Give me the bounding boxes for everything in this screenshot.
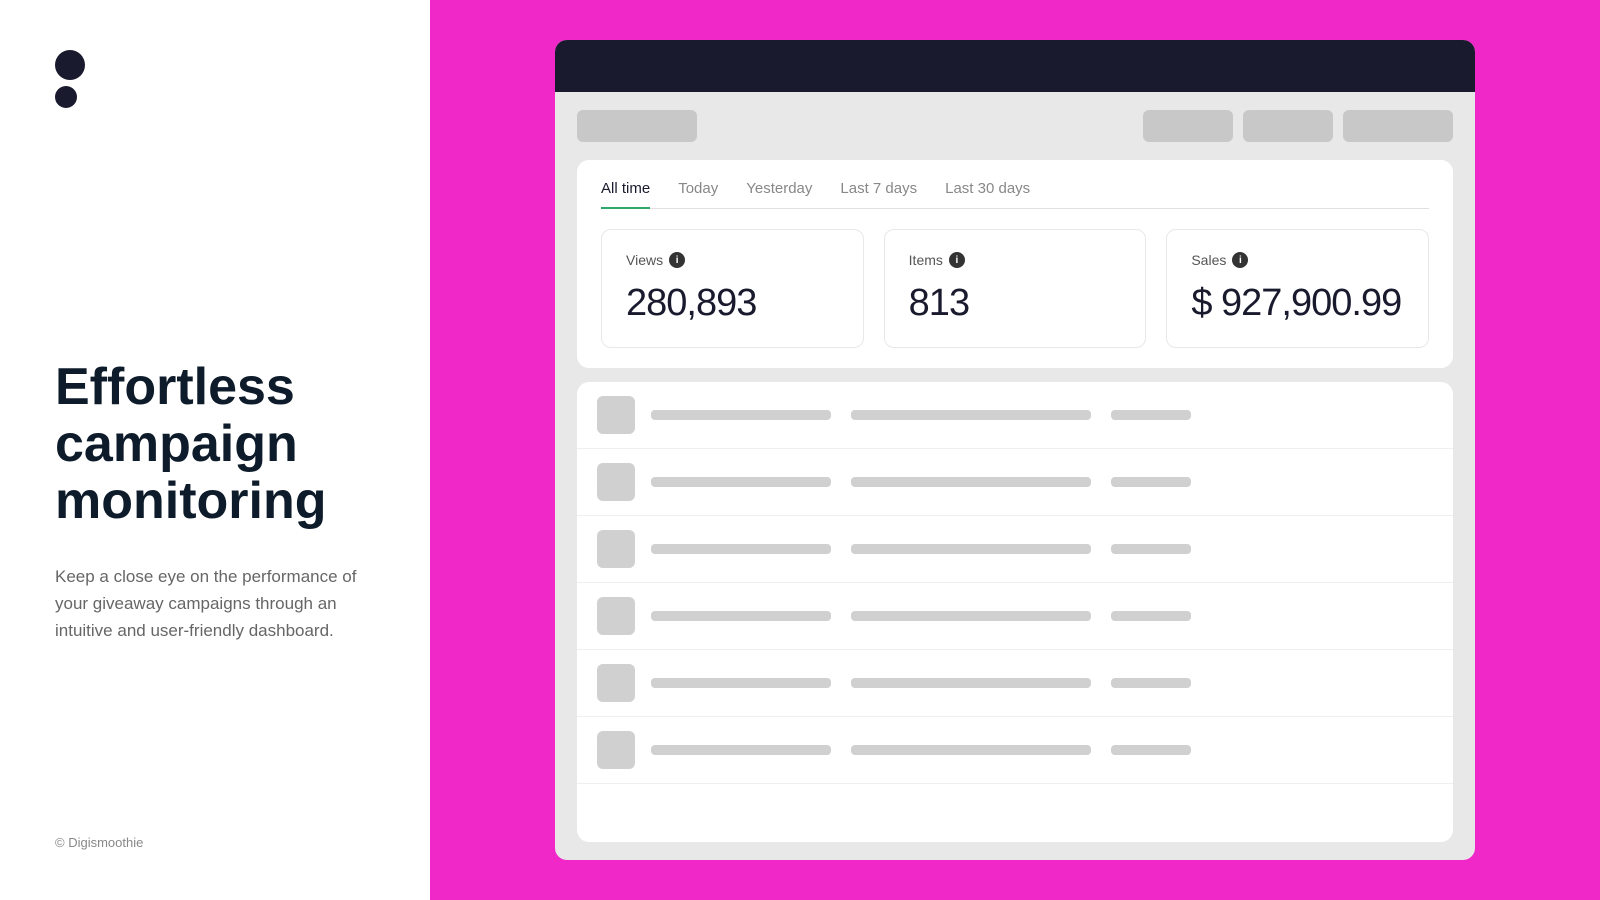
metric-label-views: Views i bbox=[626, 252, 839, 268]
logo bbox=[55, 50, 375, 108]
bar-2 bbox=[851, 477, 1091, 487]
main-heading: Effortless campaign monitoring bbox=[55, 359, 375, 531]
table-row[interactable] bbox=[577, 516, 1453, 583]
table-row[interactable] bbox=[577, 717, 1453, 784]
bar-1 bbox=[651, 477, 831, 487]
tab-all-time[interactable]: All time bbox=[601, 180, 650, 209]
metric-value-sales: $ 927,900.99 bbox=[1191, 282, 1404, 325]
table-row[interactable] bbox=[577, 449, 1453, 516]
metric-card-sales: Sales i $ 927,900.99 bbox=[1166, 229, 1429, 348]
bar-3 bbox=[1111, 611, 1191, 621]
row-thumbnail bbox=[597, 396, 635, 434]
bar-2 bbox=[851, 410, 1091, 420]
bar-1 bbox=[651, 544, 831, 554]
metrics-row: Views i 280,893 Items i 813 bbox=[601, 229, 1429, 348]
row-thumbnail bbox=[597, 597, 635, 635]
header-button-2[interactable] bbox=[1243, 110, 1333, 142]
bar-3 bbox=[1111, 477, 1191, 487]
tab-last-30-days[interactable]: Last 30 days bbox=[945, 180, 1030, 209]
bar-3 bbox=[1111, 410, 1191, 420]
right-panel: All time Today Yesterday Last 7 days Las… bbox=[430, 0, 1600, 900]
bar-3 bbox=[1111, 678, 1191, 688]
bar-2 bbox=[851, 611, 1091, 621]
dash-header-left bbox=[577, 110, 697, 142]
copyright-text: © Digismoothie bbox=[55, 835, 375, 850]
dashboard-content: All time Today Yesterday Last 7 days Las… bbox=[555, 92, 1475, 860]
table-card bbox=[577, 382, 1453, 842]
tab-today[interactable]: Today bbox=[678, 180, 718, 209]
header-left-button[interactable] bbox=[577, 110, 697, 142]
metric-label-sales: Sales i bbox=[1191, 252, 1404, 268]
left-panel: Effortless campaign monitoring Keep a cl… bbox=[0, 0, 430, 900]
row-bars bbox=[651, 544, 1433, 554]
metric-value-views: 280,893 bbox=[626, 282, 839, 325]
logo-dot-large bbox=[55, 50, 85, 80]
bar-2 bbox=[851, 678, 1091, 688]
stats-card: All time Today Yesterday Last 7 days Las… bbox=[577, 160, 1453, 368]
row-thumbnail bbox=[597, 664, 635, 702]
row-thumbnail bbox=[597, 463, 635, 501]
bar-1 bbox=[651, 678, 831, 688]
dash-header bbox=[577, 110, 1453, 142]
bar-1 bbox=[651, 410, 831, 420]
row-bars bbox=[651, 410, 1433, 420]
tab-last-7-days[interactable]: Last 7 days bbox=[840, 180, 917, 209]
bar-1 bbox=[651, 611, 831, 621]
dashboard-topbar bbox=[555, 40, 1475, 92]
row-thumbnail bbox=[597, 731, 635, 769]
row-bars bbox=[651, 611, 1433, 621]
metric-value-items: 813 bbox=[909, 282, 1122, 325]
sub-text: Keep a close eye on the performance of y… bbox=[55, 563, 365, 645]
tabs-row: All time Today Yesterday Last 7 days Las… bbox=[601, 180, 1429, 209]
row-bars bbox=[651, 678, 1433, 688]
dash-header-right bbox=[1143, 110, 1453, 142]
sales-info-icon[interactable]: i bbox=[1232, 252, 1248, 268]
table-row[interactable] bbox=[577, 650, 1453, 717]
table-row[interactable] bbox=[577, 583, 1453, 650]
bar-2 bbox=[851, 745, 1091, 755]
bar-1 bbox=[651, 745, 831, 755]
left-content: Effortless campaign monitoring Keep a cl… bbox=[55, 108, 375, 835]
dashboard-mockup: All time Today Yesterday Last 7 days Las… bbox=[555, 40, 1475, 860]
tab-yesterday[interactable]: Yesterday bbox=[746, 180, 812, 209]
metric-card-items: Items i 813 bbox=[884, 229, 1147, 348]
logo-dot-small bbox=[55, 86, 77, 108]
views-info-icon[interactable]: i bbox=[669, 252, 685, 268]
metric-label-items: Items i bbox=[909, 252, 1122, 268]
row-thumbnail bbox=[597, 530, 635, 568]
table-row[interactable] bbox=[577, 382, 1453, 449]
row-bars bbox=[651, 745, 1433, 755]
metric-card-views: Views i 280,893 bbox=[601, 229, 864, 348]
row-bars bbox=[651, 477, 1433, 487]
header-button-1[interactable] bbox=[1143, 110, 1233, 142]
items-info-icon[interactable]: i bbox=[949, 252, 965, 268]
bar-2 bbox=[851, 544, 1091, 554]
bar-3 bbox=[1111, 745, 1191, 755]
bar-3 bbox=[1111, 544, 1191, 554]
header-button-3[interactable] bbox=[1343, 110, 1453, 142]
